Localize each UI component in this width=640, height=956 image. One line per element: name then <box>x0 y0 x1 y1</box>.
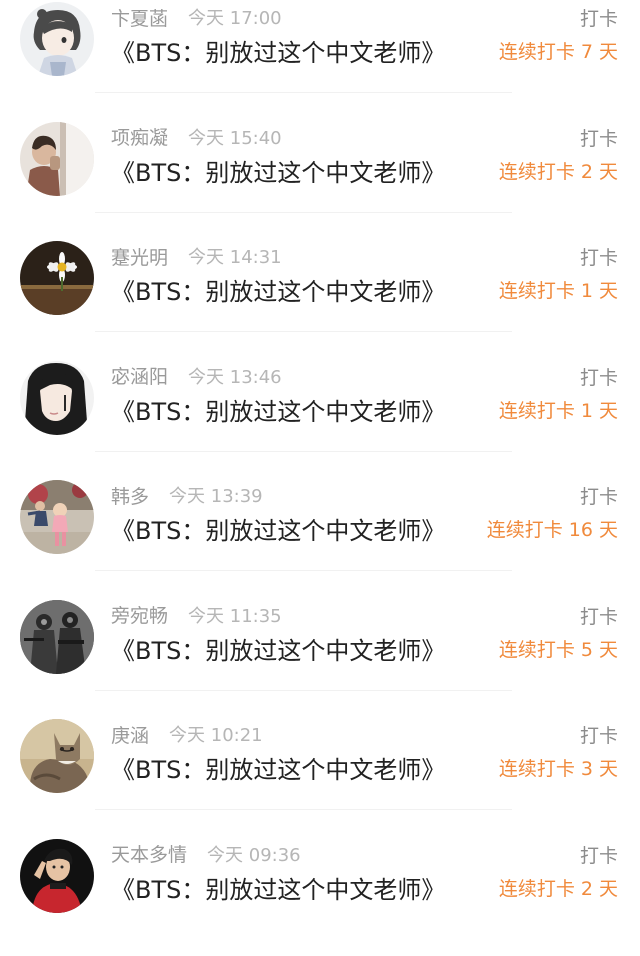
divider <box>95 451 512 452</box>
checkin-feed: 卞夏菡 今天 17:00 《BTS：别放过这个中文老师》 打卡 连续打卡 7 天… <box>0 0 640 927</box>
checkin-item[interactable]: 韩多 今天 13:39 《BTS：别放过这个中文老师》 打卡 连续打卡 16 天 <box>0 478 640 598</box>
checkin-type-label: 打卡 <box>580 602 618 629</box>
item-meta: 宓涵阳 今天 13:46 <box>111 363 282 389</box>
divider <box>95 331 512 332</box>
avatar[interactable] <box>20 241 94 315</box>
checkin-item[interactable]: 项痴凝 今天 15:40 《BTS：别放过这个中文老师》 打卡 连续打卡 2 天 <box>0 120 640 240</box>
course-title[interactable]: 《BTS：别放过这个中文老师》 <box>111 631 445 666</box>
checkin-type-label: 打卡 <box>580 482 618 509</box>
user-name[interactable]: 项痴凝 <box>111 123 168 150</box>
divider <box>95 570 512 571</box>
post-time: 今天 10:21 <box>169 721 263 747</box>
item-meta: 旁宛畅 今天 11:35 <box>111 602 282 628</box>
streak-label: 连续打卡 3 天 <box>499 754 618 781</box>
user-name[interactable]: 宓涵阳 <box>111 362 168 389</box>
divider <box>95 212 512 213</box>
avatar[interactable] <box>20 2 94 76</box>
divider <box>95 690 512 691</box>
post-time: 今天 15:40 <box>188 124 282 150</box>
avatar[interactable] <box>20 122 94 196</box>
streak-label: 连续打卡 5 天 <box>499 635 618 662</box>
checkin-type-label: 打卡 <box>580 243 618 270</box>
post-time: 今天 14:31 <box>188 243 282 269</box>
item-meta: 韩多 今天 13:39 <box>111 482 263 508</box>
checkin-item[interactable]: 蹇光明 今天 14:31 《BTS：别放过这个中文老师》 打卡 连续打卡 1 天 <box>0 239 640 359</box>
streak-label: 连续打卡 2 天 <box>499 157 618 184</box>
user-name[interactable]: 蹇光明 <box>111 243 168 270</box>
item-meta: 项痴凝 今天 15:40 <box>111 124 282 150</box>
streak-label: 连续打卡 7 天 <box>499 37 618 64</box>
post-time: 今天 13:39 <box>169 482 263 508</box>
avatar[interactable] <box>20 839 94 913</box>
checkin-type-label: 打卡 <box>580 124 618 151</box>
post-time: 今天 17:00 <box>188 4 282 30</box>
course-title[interactable]: 《BTS：别放过这个中文老师》 <box>111 33 445 68</box>
checkin-type-label: 打卡 <box>580 841 618 868</box>
checkin-item[interactable]: 卞夏菡 今天 17:00 《BTS：别放过这个中文老师》 打卡 连续打卡 7 天 <box>0 0 640 120</box>
checkin-type-label: 打卡 <box>580 363 618 390</box>
checkin-item[interactable]: 天本多情 今天 09:36 《BTS：别放过这个中文老师》 打卡 连续打卡 2 … <box>0 837 640 956</box>
item-meta: 庚涵 今天 10:21 <box>111 721 263 747</box>
post-time: 今天 09:36 <box>207 841 301 867</box>
streak-label: 连续打卡 1 天 <box>499 276 618 303</box>
streak-label: 连续打卡 2 天 <box>499 874 618 901</box>
divider <box>95 809 512 810</box>
avatar[interactable] <box>20 361 94 435</box>
course-title[interactable]: 《BTS：别放过这个中文老师》 <box>111 750 445 785</box>
course-title[interactable]: 《BTS：别放过这个中文老师》 <box>111 511 445 546</box>
avatar[interactable] <box>20 600 94 674</box>
checkin-type-label: 打卡 <box>580 4 618 31</box>
user-name[interactable]: 旁宛畅 <box>111 601 168 628</box>
divider <box>95 92 512 93</box>
post-time: 今天 11:35 <box>188 602 282 628</box>
course-title[interactable]: 《BTS：别放过这个中文老师》 <box>111 392 445 427</box>
item-meta: 蹇光明 今天 14:31 <box>111 243 282 269</box>
checkin-item[interactable]: 宓涵阳 今天 13:46 《BTS：别放过这个中文老师》 打卡 连续打卡 1 天 <box>0 359 640 479</box>
avatar[interactable] <box>20 480 94 554</box>
checkin-item[interactable]: 旁宛畅 今天 11:35 《BTS：别放过这个中文老师》 打卡 连续打卡 5 天 <box>0 598 640 718</box>
item-meta: 天本多情 今天 09:36 <box>111 841 301 867</box>
streak-label: 连续打卡 1 天 <box>499 396 618 423</box>
streak-label: 连续打卡 16 天 <box>487 515 618 542</box>
avatar[interactable] <box>20 719 94 793</box>
course-title[interactable]: 《BTS：别放过这个中文老师》 <box>111 870 445 905</box>
course-title[interactable]: 《BTS：别放过这个中文老师》 <box>111 272 445 307</box>
checkin-item[interactable]: 庚涵 今天 10:21 《BTS：别放过这个中文老师》 打卡 连续打卡 3 天 <box>0 717 640 837</box>
post-time: 今天 13:46 <box>188 363 282 389</box>
course-title[interactable]: 《BTS：别放过这个中文老师》 <box>111 153 445 188</box>
user-name[interactable]: 庚涵 <box>111 721 149 748</box>
item-meta: 卞夏菡 今天 17:00 <box>111 4 282 30</box>
checkin-type-label: 打卡 <box>580 721 618 748</box>
user-name[interactable]: 天本多情 <box>111 840 187 867</box>
user-name[interactable]: 韩多 <box>111 482 149 509</box>
user-name[interactable]: 卞夏菡 <box>111 4 168 31</box>
